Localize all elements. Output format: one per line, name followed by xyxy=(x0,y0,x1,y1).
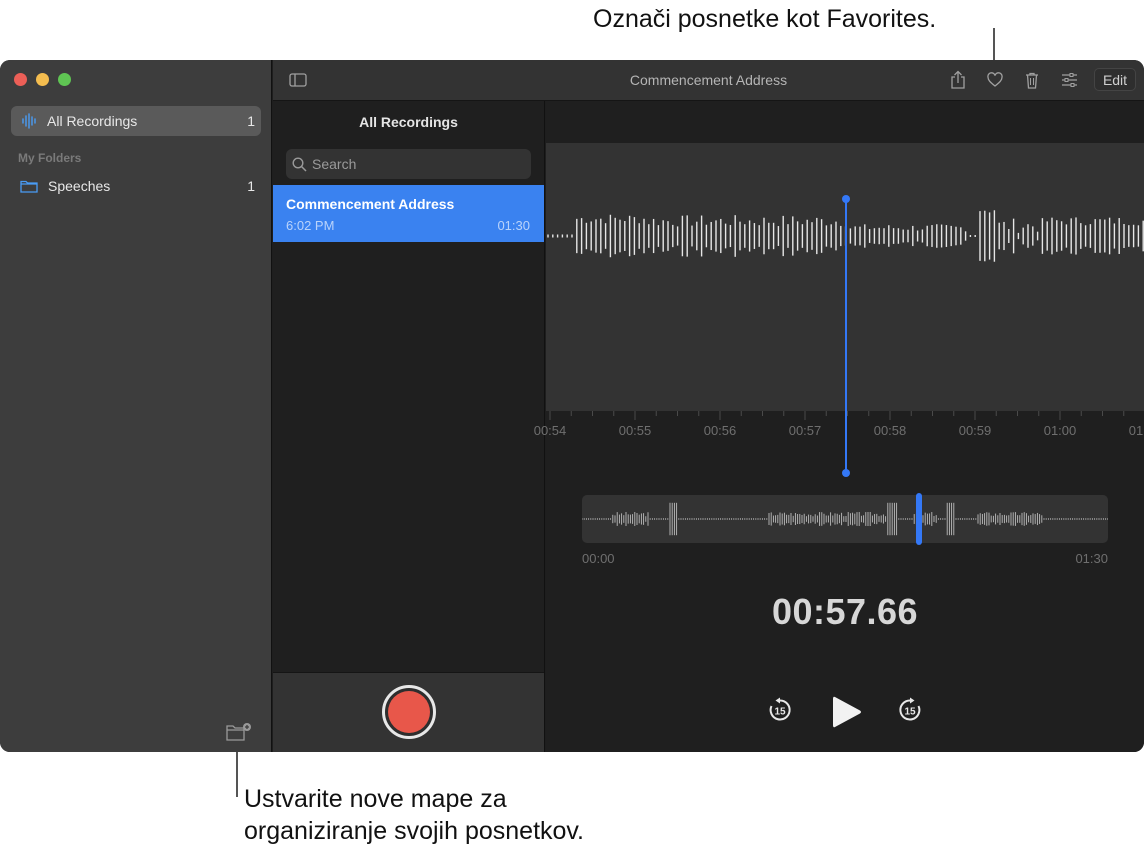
waveform-icon xyxy=(21,113,37,129)
overview-start-time: 00:00 xyxy=(582,551,615,566)
overview-playhead[interactable] xyxy=(916,493,922,545)
new-folder-icon xyxy=(226,722,252,742)
close-button[interactable] xyxy=(14,73,27,86)
playhead-line[interactable] xyxy=(845,198,847,473)
ruler-label: 00:54 xyxy=(533,423,567,438)
ruler-label: 00:57 xyxy=(788,423,822,438)
ruler-label: 00:55 xyxy=(618,423,652,438)
list-title: All Recordings xyxy=(359,114,458,130)
play-icon xyxy=(833,696,861,728)
record-icon xyxy=(388,691,430,733)
sidebar-item-label: All Recordings xyxy=(47,113,138,129)
ruler-label: 00:58 xyxy=(873,423,907,438)
recording-name: Commencement Address xyxy=(286,196,455,212)
settings-button[interactable] xyxy=(1058,69,1080,91)
callout-new-folder-line2: organiziranje svojih posnetkov. xyxy=(244,817,585,845)
favorite-button[interactable] xyxy=(984,69,1006,91)
share-button[interactable] xyxy=(947,69,969,91)
new-folder-button[interactable] xyxy=(226,722,252,742)
recordings-list-pane: All Recordings Search Commencement Addre… xyxy=(273,101,545,752)
play-button[interactable] xyxy=(830,695,864,729)
minimize-button[interactable] xyxy=(36,73,49,86)
toolbar: Commencement Address Edit xyxy=(273,60,1144,101)
ruler-label: 00:59 xyxy=(958,423,992,438)
search-placeholder: Search xyxy=(312,156,357,172)
heart-icon xyxy=(987,72,1003,88)
sidebar: All Recordings 1 My Folders Speeches 1 xyxy=(0,60,272,752)
my-folders-header: My Folders xyxy=(18,151,82,165)
ruler-label: 00:56 xyxy=(703,423,737,438)
current-time-display: 00:57.66 xyxy=(771,591,919,632)
edit-button[interactable]: Edit xyxy=(1094,68,1136,91)
sidebar-item-all-recordings[interactable]: All Recordings 1 xyxy=(11,106,261,136)
playhead-top-handle[interactable] xyxy=(842,195,850,203)
recording-duration: 01:30 xyxy=(497,218,530,233)
delete-button[interactable] xyxy=(1021,69,1043,91)
overview-end-time: 01:30 xyxy=(1075,551,1108,566)
playhead-bottom-handle[interactable] xyxy=(842,469,850,477)
callout-line-new-folder xyxy=(236,745,238,797)
sidebar-item-speeches[interactable]: Speeches 1 xyxy=(11,171,261,201)
voice-memos-window: All Recordings 1 My Folders Speeches 1 C… xyxy=(0,60,1144,752)
trash-icon xyxy=(1025,72,1039,89)
callout-favorites: Označi posnetke kot Favorites. xyxy=(593,5,937,33)
sidebar-item-count: 1 xyxy=(247,113,255,129)
sidebar-item-label: Speeches xyxy=(48,178,111,194)
search-field[interactable]: Search xyxy=(286,149,531,179)
search-icon xyxy=(292,156,307,172)
recording-time: 6:02 PM xyxy=(286,218,335,233)
skip-back-label: 15 xyxy=(774,707,786,718)
skip-forward-label: 15 xyxy=(904,707,916,718)
skip-forward-15-icon: 15 xyxy=(899,697,921,721)
skip-forward-button[interactable]: 15 xyxy=(896,695,924,725)
zoom-button[interactable] xyxy=(58,73,71,86)
playback-pane: 00:54 00:55 00:56 00:57 00:58 00:59 01:0… xyxy=(534,101,1144,752)
callout-new-folder-line1: Ustvarite nove mape za xyxy=(244,785,507,813)
record-button[interactable] xyxy=(382,685,436,739)
ruler-label: 01:00 xyxy=(1043,423,1077,438)
share-icon xyxy=(950,70,966,90)
folder-icon xyxy=(20,179,38,193)
overview-scrubber[interactable] xyxy=(581,493,1109,545)
overview-waveform xyxy=(581,502,1109,536)
skip-back-button[interactable]: 15 xyxy=(766,695,794,725)
window-title: Commencement Address xyxy=(629,72,788,88)
sliders-icon xyxy=(1061,73,1078,87)
record-bar xyxy=(273,672,544,752)
recording-list-item[interactable]: Commencement Address 6:02 PM 01:30 xyxy=(273,185,544,242)
sidebar-item-count: 1 xyxy=(247,178,255,194)
ruler-label: 01:01 xyxy=(1128,423,1144,438)
skip-back-15-icon: 15 xyxy=(769,697,791,721)
